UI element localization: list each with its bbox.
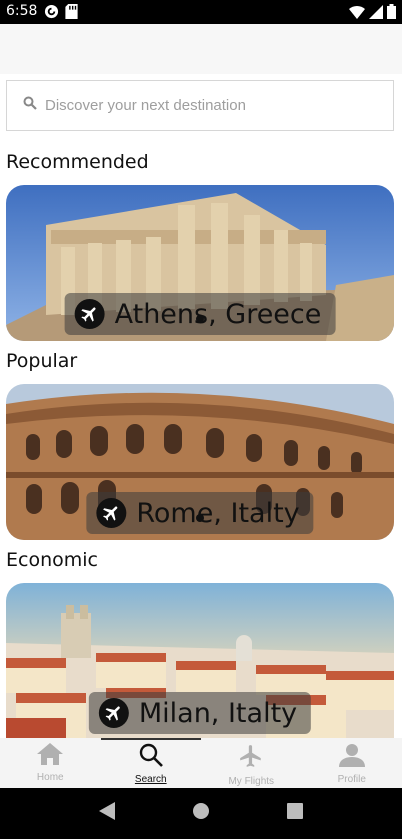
status-bar: 6:58 <box>0 0 402 24</box>
back-icon[interactable] <box>98 802 115 825</box>
destination-label: Rome, Italty <box>86 492 314 534</box>
section-title-recommended: Recommended <box>6 151 149 173</box>
bottom-navigation: Home Search My Flights Profile <box>0 738 402 788</box>
search-icon <box>139 743 163 770</box>
app-bar <box>0 24 402 74</box>
nav-label-profile: Profile <box>337 774 366 785</box>
search-placeholder: Discover your next destination <box>45 97 246 114</box>
nav-item-my-flights[interactable]: My Flights <box>201 738 302 788</box>
destination-card-milan[interactable]: Milan, Italty <box>6 583 394 738</box>
home-icon <box>37 743 64 768</box>
wifi-icon <box>349 5 365 23</box>
active-tab-indicator <box>100 738 201 740</box>
destination-name: Milan, Italty <box>138 697 298 729</box>
destination-name: Rome, Italty <box>136 497 300 529</box>
nav-label-my-flights: My Flights <box>228 776 275 787</box>
recents-icon[interactable] <box>287 803 304 824</box>
nav-item-home[interactable]: Home <box>0 738 101 788</box>
home-circle-icon[interactable] <box>192 802 210 825</box>
status-left-icons <box>44 4 78 23</box>
section-title-economic: Economic <box>6 549 98 571</box>
battery-icon <box>387 4 396 23</box>
search-icon <box>23 96 37 115</box>
airplane-icon <box>238 743 264 772</box>
search-input[interactable]: Discover your next destination <box>6 80 394 131</box>
nav-label-home: Home <box>36 772 64 783</box>
system-navigation-bar <box>0 788 402 839</box>
status-time: 6:58 <box>6 3 38 19</box>
nav-label-search: Search <box>134 774 167 785</box>
airplane-icon <box>74 299 105 329</box>
airplane-icon <box>96 498 127 528</box>
airplane-icon <box>98 698 129 728</box>
section-title-popular: Popular <box>6 350 78 372</box>
destination-name: Athens, Greece <box>114 298 322 330</box>
carousel-dot <box>196 315 204 323</box>
person-icon <box>338 743 365 770</box>
nav-item-search[interactable]: Search <box>100 738 202 788</box>
signal-icon <box>369 4 383 23</box>
destination-label: Milan, Italty <box>88 692 312 734</box>
pocket-casts-icon <box>44 4 59 23</box>
destination-card-rome[interactable]: Rome, Italty <box>6 384 394 540</box>
destination-card-athens[interactable]: Athens, Greece <box>6 185 394 341</box>
carousel-dot <box>196 514 204 522</box>
status-right-icons <box>349 4 396 23</box>
sd-card-icon <box>65 4 78 23</box>
nav-item-profile[interactable]: Profile <box>302 738 402 788</box>
destination-label: Athens, Greece <box>64 293 336 335</box>
